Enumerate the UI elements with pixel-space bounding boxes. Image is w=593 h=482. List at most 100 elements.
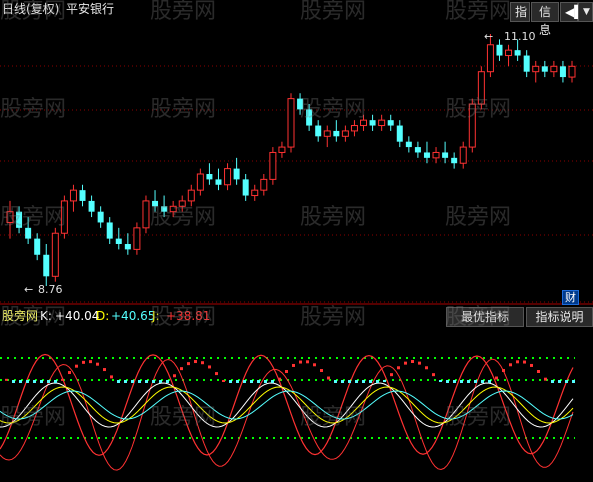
histogram-bar <box>201 361 204 365</box>
indicator-help-button[interactable]: 指标说明 <box>526 307 593 327</box>
info-button[interactable]: 信息 <box>531 2 559 37</box>
histogram-bar <box>439 380 442 382</box>
histogram-bar <box>348 380 351 383</box>
histogram-bar <box>572 380 575 383</box>
watermark-text: 股旁网 <box>0 305 67 330</box>
watermark-text: 股旁网 <box>445 405 512 430</box>
histogram-bar <box>243 380 246 383</box>
histogram-bar <box>82 360 85 364</box>
histogram-bar <box>362 380 365 383</box>
histogram-bar <box>54 380 57 383</box>
histogram-bar <box>432 373 435 377</box>
histogram-bar <box>334 380 337 383</box>
histogram-bar <box>166 380 169 383</box>
high-price-label: 11.10 <box>504 30 536 43</box>
histogram-bar <box>320 369 323 373</box>
histogram-bar <box>47 380 50 383</box>
histogram-bar <box>33 380 36 383</box>
histogram-bar <box>446 380 449 383</box>
finance-badge[interactable]: 财 <box>562 290 579 305</box>
histogram-bar <box>397 366 400 370</box>
histogram-bar <box>460 380 463 383</box>
histogram-bar <box>264 380 267 383</box>
histogram-bar <box>551 380 554 383</box>
histogram-bar <box>131 380 134 383</box>
histogram-bar <box>404 361 407 365</box>
watermark-text: 股旁网 <box>300 97 367 122</box>
histogram-bar <box>369 380 372 383</box>
histogram-bar <box>103 368 106 372</box>
histogram-bar <box>89 360 92 364</box>
watermark-text: 股旁网 <box>445 205 512 230</box>
d-label: D: <box>96 309 110 323</box>
histogram-bar <box>96 362 99 366</box>
histogram-bar <box>124 380 127 383</box>
watermark-text: 股旁网 <box>0 205 67 230</box>
watermark-text: 股旁网 <box>150 305 217 330</box>
histogram-bar <box>187 362 190 366</box>
watermark-text: 股旁网 <box>150 97 217 122</box>
watermark-text: 股旁网 <box>300 305 367 330</box>
histogram-bar <box>327 376 330 380</box>
histogram-bar <box>285 370 288 373</box>
watermark-text: 股旁网 <box>0 97 67 122</box>
histogram-bar <box>145 380 148 383</box>
watermark-text: 股旁网 <box>445 305 512 330</box>
histogram-bar <box>558 380 561 383</box>
histogram-bar <box>537 370 540 373</box>
histogram-bar <box>523 360 526 364</box>
d-value: +40.65 <box>111 309 156 323</box>
histogram-bar <box>299 360 302 364</box>
histogram-bar <box>26 380 29 383</box>
histogram-bar <box>229 380 232 383</box>
watermark-text: 股旁网 <box>0 0 67 24</box>
histogram-bar <box>481 380 484 383</box>
histogram-bar <box>390 373 393 377</box>
histogram-bar <box>236 380 239 383</box>
histogram-bar <box>306 360 309 364</box>
watermark-text: 股旁网 <box>445 97 512 122</box>
histogram-bar <box>110 375 113 379</box>
histogram-bar <box>467 380 470 383</box>
histogram-bar <box>215 372 218 376</box>
histogram-bar <box>509 363 512 367</box>
histogram-bar <box>222 380 225 382</box>
histogram-bar <box>257 380 260 383</box>
histogram-bar <box>159 380 162 383</box>
left-arrow-icon[interactable]: ◀▌ <box>560 2 583 22</box>
histogram-bar <box>516 360 519 364</box>
histogram-bar <box>383 380 386 382</box>
histogram-bar <box>117 380 120 383</box>
histogram-bar <box>502 369 505 373</box>
watermark-text: 股旁网 <box>0 405 67 430</box>
indicator-button[interactable]: 指 <box>510 2 530 22</box>
histogram-bar <box>425 366 428 370</box>
histogram-bar <box>292 363 295 367</box>
chevron-down-icon[interactable]: ▼ <box>578 2 593 22</box>
histogram-bar <box>418 361 421 365</box>
histogram-bar <box>5 378 8 381</box>
histogram-bar <box>565 380 568 383</box>
histogram-bar <box>544 377 547 381</box>
low-price-marker: ← <box>24 283 34 296</box>
histogram-bar <box>208 365 211 369</box>
histogram-bar <box>341 380 344 383</box>
histogram-bar <box>75 364 78 368</box>
histogram-bar <box>376 380 379 383</box>
histogram-bar <box>271 380 274 383</box>
stock-name: 平安银行 <box>66 2 115 16</box>
watermark-text: 股旁网 <box>300 205 367 230</box>
histogram-bar <box>453 380 456 383</box>
histogram-bar <box>180 367 183 371</box>
histogram-bar <box>530 363 533 367</box>
histogram-bar <box>194 360 197 364</box>
histogram-bar <box>138 380 141 383</box>
high-price-marker: ← <box>484 30 494 43</box>
watermark-text: 股旁网 <box>150 0 217 24</box>
histogram-bar <box>12 380 15 383</box>
histogram-bar <box>152 380 155 383</box>
histogram-bar <box>488 380 491 383</box>
histogram-bar <box>19 380 22 383</box>
histogram-bar <box>40 380 43 383</box>
low-price-label: 8.76 <box>38 283 63 296</box>
